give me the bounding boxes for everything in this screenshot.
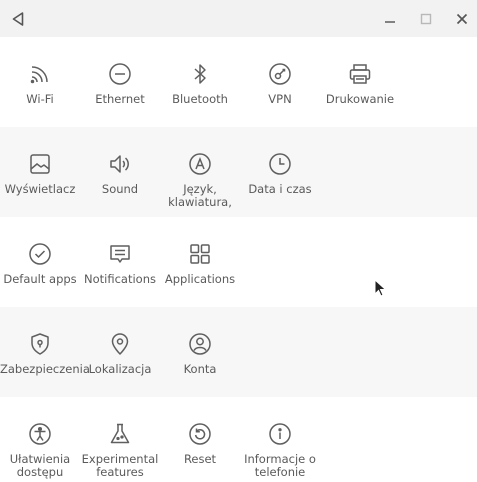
tile-label: Język, klawiatura,: [168, 182, 232, 209]
tile-label: Applications: [164, 272, 236, 286]
tile-label: Data i czas: [248, 182, 312, 196]
section-privacy: Zabezpieczenia Lokalizacja Konta: [0, 307, 477, 397]
flask-icon: [110, 423, 130, 444]
tile-label: Wi-Fi: [26, 92, 54, 106]
section-device: Wyświetlacz Sound Język, klawiatura, Dat…: [0, 127, 477, 217]
tile-bluetooth[interactable]: Bluetooth: [160, 62, 240, 106]
close-icon: [456, 13, 468, 25]
tile-wifi[interactable]: Wi-Fi: [0, 62, 80, 106]
apps-grid-icon: [190, 244, 210, 264]
tile-date-time[interactable]: Data i czas: [240, 152, 320, 196]
tile-label: Notifications: [84, 272, 156, 286]
tile-label: Reset: [183, 452, 217, 466]
tile-label: VPN: [268, 92, 292, 106]
tile-applications[interactable]: Applications: [160, 242, 240, 286]
back-button[interactable]: [10, 11, 26, 27]
language-icon: [189, 153, 211, 175]
wifi-icon: [30, 66, 48, 84]
section-apps: Default apps Notifications Applications: [0, 217, 477, 307]
section-network: Wi-Fi Ethernet Bluetooth VPN Drukowanie: [0, 37, 477, 127]
mouse-pointer-icon: [374, 279, 387, 297]
maximize-icon: [420, 13, 432, 25]
tile-reset[interactable]: Reset: [160, 422, 240, 466]
tile-location[interactable]: Lokalizacja: [80, 332, 160, 376]
tile-label: Default apps: [3, 272, 77, 286]
tile-accessibility[interactable]: Ułatwienia dostępu: [0, 422, 80, 479]
close-button[interactable]: [452, 9, 472, 29]
tile-label: Bluetooth: [172, 92, 228, 106]
tile-label: Konta: [183, 362, 217, 376]
speaker-icon: [110, 155, 129, 173]
tile-printing[interactable]: Drukowanie: [320, 62, 400, 106]
tile-ethernet[interactable]: Ethernet: [80, 62, 160, 106]
display-icon: [30, 154, 50, 174]
tile-security[interactable]: Zabezpieczenia: [0, 332, 90, 376]
minimize-button[interactable]: [380, 9, 400, 29]
tile-accounts[interactable]: Konta: [160, 332, 240, 376]
tile-label: Zabezpieczenia: [0, 362, 90, 376]
tile-default-apps[interactable]: Default apps: [0, 242, 80, 286]
clock-icon: [269, 153, 291, 175]
tile-label: Sound: [101, 182, 139, 196]
tile-experimental[interactable]: Experimental features: [80, 422, 160, 479]
tile-language[interactable]: Język, klawiatura,: [160, 152, 240, 209]
back-icon: [12, 12, 24, 26]
notifications-icon: [110, 245, 130, 263]
minimize-icon: [385, 21, 395, 23]
tile-label: Lokalizacja: [88, 362, 152, 376]
tile-label: Drukowanie: [325, 92, 395, 106]
shield-lock-icon: [31, 333, 49, 355]
tile-label: Experimental features: [81, 452, 159, 479]
printer-icon: [349, 64, 371, 84]
info-icon: [269, 423, 291, 445]
tile-label: Wyświetlacz: [4, 182, 76, 196]
tile-label: Ułatwienia dostępu: [9, 452, 71, 479]
tile-label: Ethernet: [95, 92, 145, 106]
tile-sound[interactable]: Sound: [80, 152, 160, 196]
account-icon: [189, 333, 211, 355]
title-bar: [0, 0, 477, 37]
reset-icon: [189, 423, 211, 445]
bluetooth-icon: [194, 64, 206, 84]
tile-display[interactable]: Wyświetlacz: [0, 152, 80, 196]
tile-notifications[interactable]: Notifications: [80, 242, 160, 286]
location-pin-icon: [111, 333, 129, 355]
accessibility-icon: [29, 423, 51, 445]
section-system: Ułatwienia dostępu Experimental features…: [0, 397, 477, 482]
ethernet-icon: [109, 63, 131, 85]
tile-about-phone[interactable]: Informacje o telefonie: [240, 422, 320, 479]
vpn-icon: [269, 63, 291, 85]
check-circle-icon: [29, 243, 51, 265]
maximize-button[interactable]: [416, 9, 436, 29]
tile-vpn[interactable]: VPN: [240, 62, 320, 106]
tile-label: Informacje o telefonie: [244, 452, 316, 479]
